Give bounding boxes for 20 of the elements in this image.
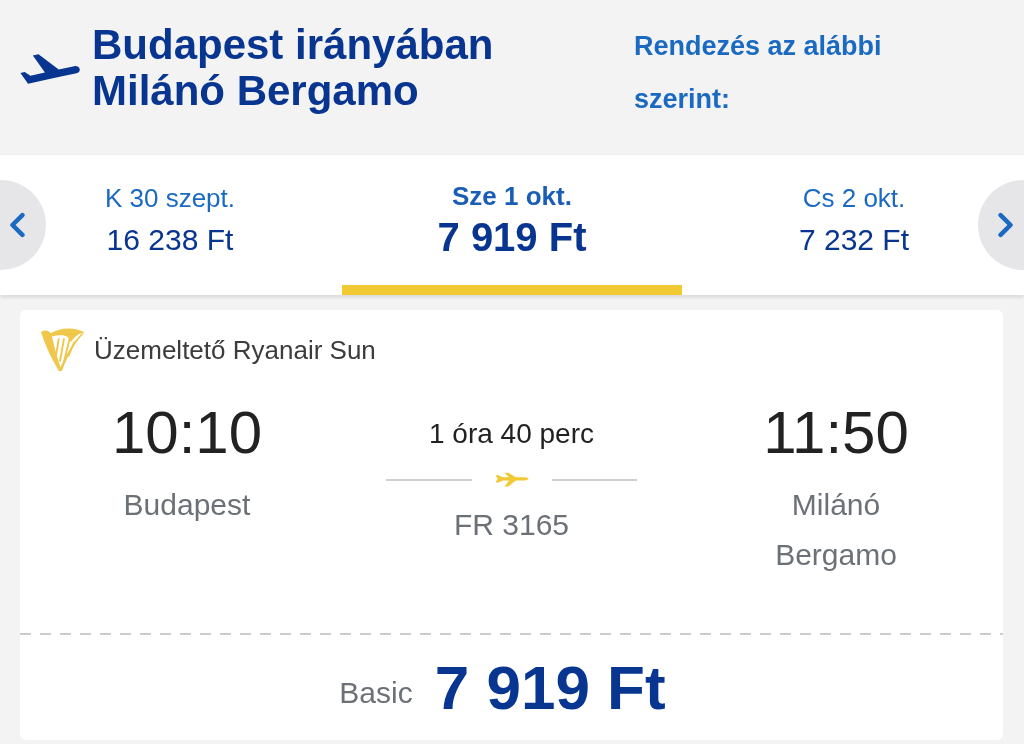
operator-text: Üzemeltető Ryanair Sun [94,334,376,366]
route-title: Budapest irányában Milánó Bergamo [92,22,495,114]
departure-city: Budapest [123,487,251,523]
date-tab[interactable]: Cs 2 okt. 7 232 Ft [730,155,978,295]
flight-duration: 1 óra 40 perc [429,417,594,451]
fare-type: Basic [339,674,413,711]
arrival-time: 11:50 [763,398,909,468]
harp-logo-icon [40,328,86,372]
departure-time: 10:10 [111,398,263,468]
date-tab[interactable]: Sze 1 okt. 7 919 Ft [342,155,682,295]
date-tab[interactable]: K 30 szept. 16 238 Ft [46,155,294,295]
plane-takeoff-icon [20,54,80,84]
chevron-left-icon [8,212,26,238]
chevron-right-icon [997,212,1015,238]
sort-by-label[interactable]: Rendezés az alábbi szerint: [634,20,934,126]
flight-card[interactable]: Üzemeltető Ryanair Sun 10:10 Budapest 1 óra 40 perc FR 3165 11:50 Milánó Bergamo Basic 7 919 Ft [20,310,1003,740]
plane-icon [493,472,530,488]
flight-number: FR 3165 [453,507,570,543]
fare-price: 7 919 Ft [434,652,666,723]
arrival-city: Milánó Bergamo [774,487,898,573]
